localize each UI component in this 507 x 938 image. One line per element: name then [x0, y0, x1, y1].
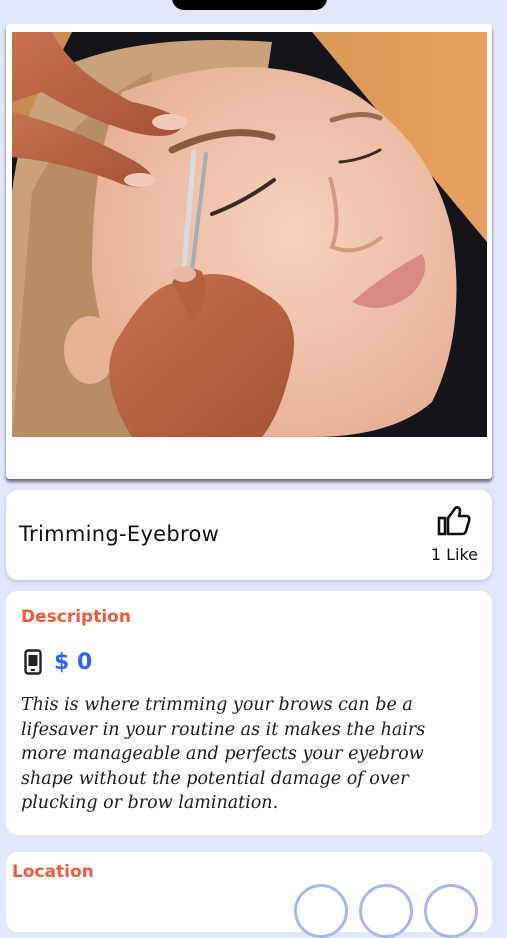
like-count: 1 Like	[430, 545, 478, 564]
eyebrow-trimming-photo	[12, 32, 487, 437]
service-image-card	[6, 24, 492, 479]
like-button[interactable]	[436, 504, 472, 538]
phone-icon	[24, 649, 42, 675]
location-option-button-1[interactable]	[294, 884, 348, 938]
service-title: Trimming-Eyebrow	[19, 522, 220, 546]
thumbs-up-icon	[437, 506, 471, 536]
service-photo[interactable]	[12, 32, 487, 437]
description-text: This is where trimming your brows can be…	[21, 695, 426, 813]
service-title-card: Trimming-Eyebrow 1 Like	[6, 490, 492, 580]
location-card: Location	[6, 852, 492, 938]
price-value: $ 0	[54, 649, 93, 675]
location-option-button-2[interactable]	[359, 884, 413, 938]
description-card: Description $ 0 This is where trimming y…	[6, 591, 492, 835]
location-heading: Location	[12, 862, 94, 882]
device-notch	[172, 0, 327, 10]
location-option-button-3[interactable]	[424, 884, 478, 938]
price-row: $ 0	[24, 649, 92, 675]
description-heading: Description	[21, 607, 131, 627]
